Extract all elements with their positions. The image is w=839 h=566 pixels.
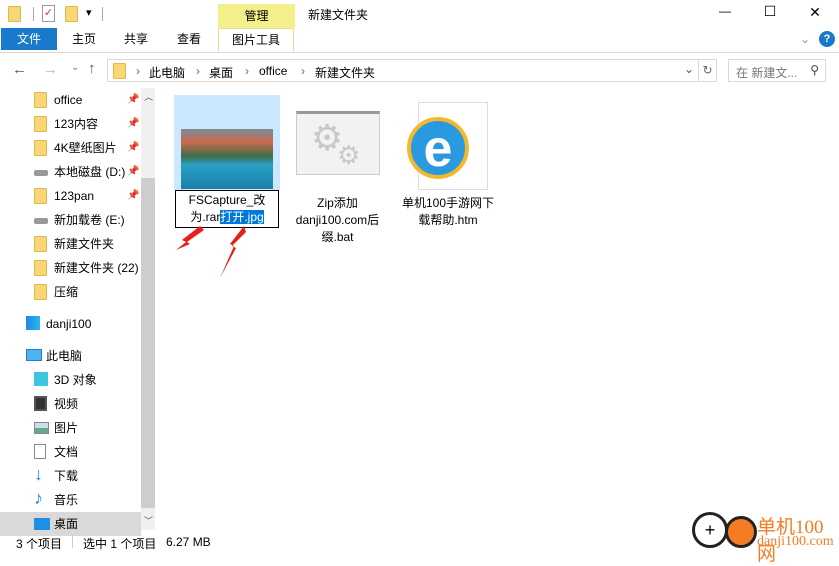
nav-item-label: 123内容 bbox=[54, 117, 99, 131]
nav-item[interactable]: office 📌 bbox=[0, 88, 141, 112]
nav-item[interactable]: ↓ 下载 bbox=[0, 464, 141, 488]
red-arrow-annotations bbox=[176, 226, 246, 278]
nav-item-label: danji100 bbox=[46, 317, 92, 331]
divider bbox=[102, 7, 103, 21]
up-button[interactable]: ↑ bbox=[88, 60, 96, 77]
bat-file-icon[interactable]: ⚙ ⚙ bbox=[296, 111, 380, 175]
nav-item-label: 新加载卷 (E:) bbox=[54, 213, 125, 227]
nav-item-label: 下载 bbox=[54, 469, 79, 483]
gear-icon: ⚙ bbox=[337, 140, 361, 170]
tab-picture-tools[interactable]: 图片工具 bbox=[218, 28, 294, 53]
properties-icon[interactable]: ✓ bbox=[42, 5, 55, 22]
search-input[interactable]: 在 新建文... ⚲ bbox=[728, 59, 826, 82]
nav-item-label: 桌面 bbox=[54, 517, 79, 531]
breadcrumb-office[interactable]: office bbox=[259, 64, 287, 78]
new-folder-icon[interactable] bbox=[65, 6, 78, 22]
breadcrumb-this-pc[interactable]: 此电脑 bbox=[149, 64, 185, 81]
nav-item[interactable]: danji100 bbox=[0, 312, 141, 336]
nav-item[interactable]: 4K壁纸图片 📌 bbox=[0, 136, 141, 160]
file-item-selected[interactable] bbox=[174, 95, 280, 190]
ribbon-collapse-button[interactable]: ⌄ bbox=[800, 32, 810, 46]
nav-item-label: 压缩 bbox=[54, 285, 79, 299]
nav-item[interactable]: 新建文件夹 bbox=[0, 232, 141, 256]
watermark-subtext: danji100.com bbox=[757, 534, 834, 549]
htm-file-icon[interactable]: e bbox=[407, 102, 488, 190]
ribbon-divider bbox=[0, 52, 839, 53]
nav-item-label: 图片 bbox=[54, 421, 79, 435]
nav-scrollbar[interactable]: ︿ ﹀ bbox=[141, 88, 155, 530]
scroll-up-arrow[interactable]: ︿ bbox=[144, 90, 153, 103]
nav-item[interactable]: 此电脑 bbox=[0, 344, 141, 368]
breadcrumb-desktop[interactable]: 桌面 bbox=[209, 64, 233, 81]
file-name-bat[interactable]: Zip添加danji100.com后缀.bat bbox=[285, 195, 390, 246]
nav-item[interactable]: 图片 bbox=[0, 416, 141, 440]
watermark-logo: + bbox=[692, 512, 728, 548]
close-button[interactable]: ✕ bbox=[800, 4, 830, 21]
back-button[interactable]: ← bbox=[12, 61, 27, 78]
divider bbox=[72, 535, 73, 548]
status-item-count: 3 个项目 bbox=[16, 537, 63, 551]
context-tab-manage[interactable]: 管理 bbox=[218, 4, 295, 28]
nav-item-label: 3D 对象 bbox=[54, 373, 97, 387]
pin-icon: 📌 bbox=[127, 118, 140, 129]
nav-item[interactable]: 文档 bbox=[0, 440, 141, 464]
recent-locations-button[interactable]: ⌄ bbox=[71, 62, 79, 73]
nav-item[interactable]: 视频 bbox=[0, 392, 141, 416]
nav-item[interactable]: 123内容 📌 bbox=[0, 112, 141, 136]
folder-icon bbox=[113, 63, 126, 79]
tab-file[interactable]: 文件 bbox=[1, 28, 57, 50]
maximize-button[interactable]: ☐ bbox=[755, 3, 785, 20]
nav-item[interactable]: 3D 对象 bbox=[0, 368, 141, 392]
tab-home[interactable]: 主页 bbox=[60, 28, 108, 50]
nav-item-label: 文档 bbox=[54, 445, 79, 459]
nav-item-label: office bbox=[54, 93, 83, 107]
qat-dropdown[interactable]: ▾ bbox=[86, 6, 92, 19]
image-thumbnail bbox=[181, 129, 273, 189]
nav-item-label: 新建文件夹 bbox=[54, 237, 115, 251]
ie-icon: e bbox=[407, 117, 469, 179]
help-button[interactable]: ? bbox=[819, 31, 835, 47]
status-size: 6.27 MB bbox=[166, 535, 211, 549]
scroll-down-arrow[interactable]: ﹀ bbox=[144, 514, 153, 527]
nav-item-label: 此电脑 bbox=[46, 349, 83, 363]
watermark-logo-circle bbox=[725, 516, 757, 548]
minimize-button[interactable]: — bbox=[710, 4, 740, 18]
pin-icon: 📌 bbox=[127, 190, 140, 201]
nav-item-label: 123pan bbox=[54, 189, 95, 203]
nav-item-label: 音乐 bbox=[54, 493, 79, 507]
nav-item[interactable]: 本地磁盘 (D:) 📌 bbox=[0, 160, 141, 184]
nav-item-label: 新建文件夹 (22) bbox=[54, 261, 139, 275]
status-selected: 选中 1 个项目 bbox=[83, 537, 157, 551]
search-icon: ⚲ bbox=[810, 63, 819, 77]
nav-item[interactable]: 新加载卷 (E:) bbox=[0, 208, 141, 232]
tab-share[interactable]: 共享 bbox=[112, 28, 160, 50]
address-dropdown[interactable]: ⌄ bbox=[684, 62, 694, 76]
nav-item-label: 视频 bbox=[54, 397, 79, 411]
nav-item[interactable]: 新建文件夹 (22) bbox=[0, 256, 141, 280]
nav-item[interactable]: 123pan 📌 bbox=[0, 184, 141, 208]
pin-icon: 📌 bbox=[127, 166, 140, 177]
divider bbox=[33, 7, 34, 21]
tab-view[interactable]: 查看 bbox=[165, 28, 213, 50]
folder-icon bbox=[8, 6, 21, 22]
nav-item[interactable]: ♪ 音乐 bbox=[0, 488, 141, 512]
nav-item-label: 本地磁盘 (D:) bbox=[54, 165, 126, 179]
file-name-htm[interactable]: 单机100手游网下载帮助.htm bbox=[398, 195, 498, 229]
pin-icon: 📌 bbox=[127, 142, 140, 153]
pin-icon: 📌 bbox=[127, 94, 140, 105]
nav-item-label: 4K壁纸图片 bbox=[54, 141, 117, 155]
scrollbar-thumb[interactable] bbox=[141, 178, 155, 508]
refresh-button[interactable]: ↻ bbox=[699, 59, 717, 82]
window-title: 新建文件夹 bbox=[308, 8, 369, 22]
nav-item[interactable]: 压缩 bbox=[0, 280, 141, 304]
nav-item[interactable]: 桌面 bbox=[0, 512, 141, 536]
forward-button[interactable]: → bbox=[43, 61, 58, 78]
breadcrumb-current[interactable]: 新建文件夹 bbox=[315, 64, 375, 81]
address-bar[interactable]: › 此电脑 › 桌面 › office › 新建文件夹 ⌄ bbox=[107, 59, 699, 82]
